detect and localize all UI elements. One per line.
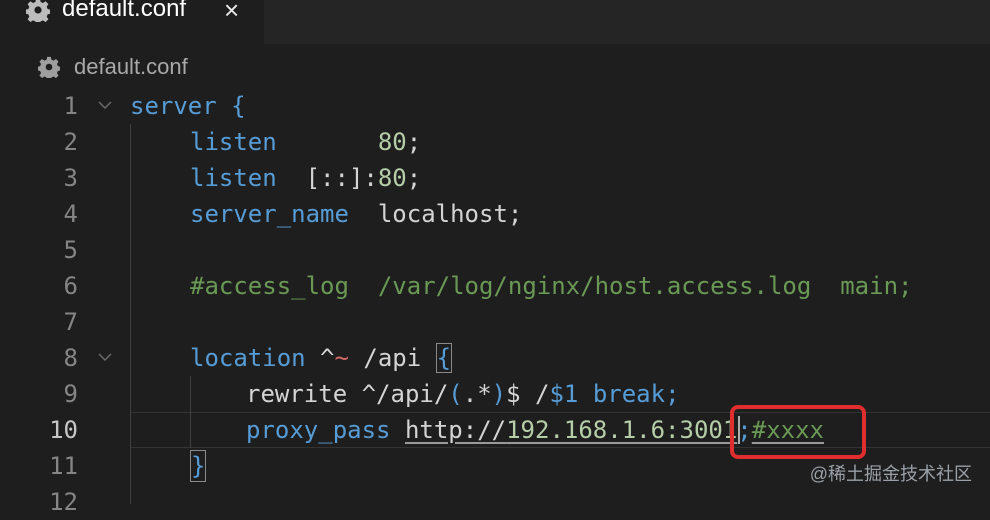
code-line: 4 server_name localhost; <box>0 196 990 232</box>
line-number: 12 <box>49 488 78 516</box>
url-link[interactable]: http://192.168.1.6:3001 <box>405 416 737 444</box>
line-number: 3 <box>63 164 78 192</box>
editor-tab[interactable]: default.conf × <box>0 0 264 44</box>
code-line: 1 server { <box>0 88 990 124</box>
gear-icon <box>38 56 60 78</box>
line-number: 1 <box>63 92 78 120</box>
line-number: 6 <box>63 272 78 300</box>
close-icon[interactable]: × <box>224 0 239 24</box>
bracket-match: } <box>190 450 207 482</box>
code-line: 5 <box>0 232 990 268</box>
tab-bar: default.conf × <box>0 0 990 44</box>
line-number: 10 <box>49 416 78 444</box>
code-line: 7 <box>0 304 990 340</box>
code-line: 3 listen [::]:80; <box>0 160 990 196</box>
code-text: location ^~ /api { <box>190 343 453 373</box>
code-line: 8 location ^~ /api { <box>0 340 990 376</box>
code-comment: #access_log /var/log/nginx/host.access.l… <box>190 272 913 300</box>
code-text: server_name localhost; <box>190 200 523 228</box>
code-text: listen [::]:80; <box>190 164 422 192</box>
tab-title: default.conf <box>62 0 187 22</box>
line-number: 2 <box>63 128 78 156</box>
breadcrumb-file[interactable]: default.conf <box>74 52 188 82</box>
chevron-down-icon[interactable] <box>98 98 112 112</box>
chevron-down-icon[interactable] <box>98 350 112 364</box>
code-text: listen 80; <box>190 128 422 156</box>
annotation-highlight-box <box>730 405 866 459</box>
line-number: 9 <box>63 380 78 408</box>
code-line: 6 #access_log /var/log/nginx/host.access… <box>0 268 990 304</box>
line-number: 4 <box>63 200 78 228</box>
line-number: 8 <box>63 344 78 372</box>
gear-icon <box>26 0 50 22</box>
code-text: server { <box>130 92 246 120</box>
line-number: 11 <box>49 452 78 480</box>
code-line: 12 <box>0 484 990 520</box>
line-number: 5 <box>63 236 78 264</box>
line-number: 7 <box>63 308 78 336</box>
bracket-match: { <box>435 343 453 373</box>
code-text: rewrite ^/api/(.*)$ /$1 break; <box>246 380 680 408</box>
code-line: 2 listen 80; <box>0 124 990 160</box>
watermark: @稀土掘金技术社区 <box>809 464 972 484</box>
